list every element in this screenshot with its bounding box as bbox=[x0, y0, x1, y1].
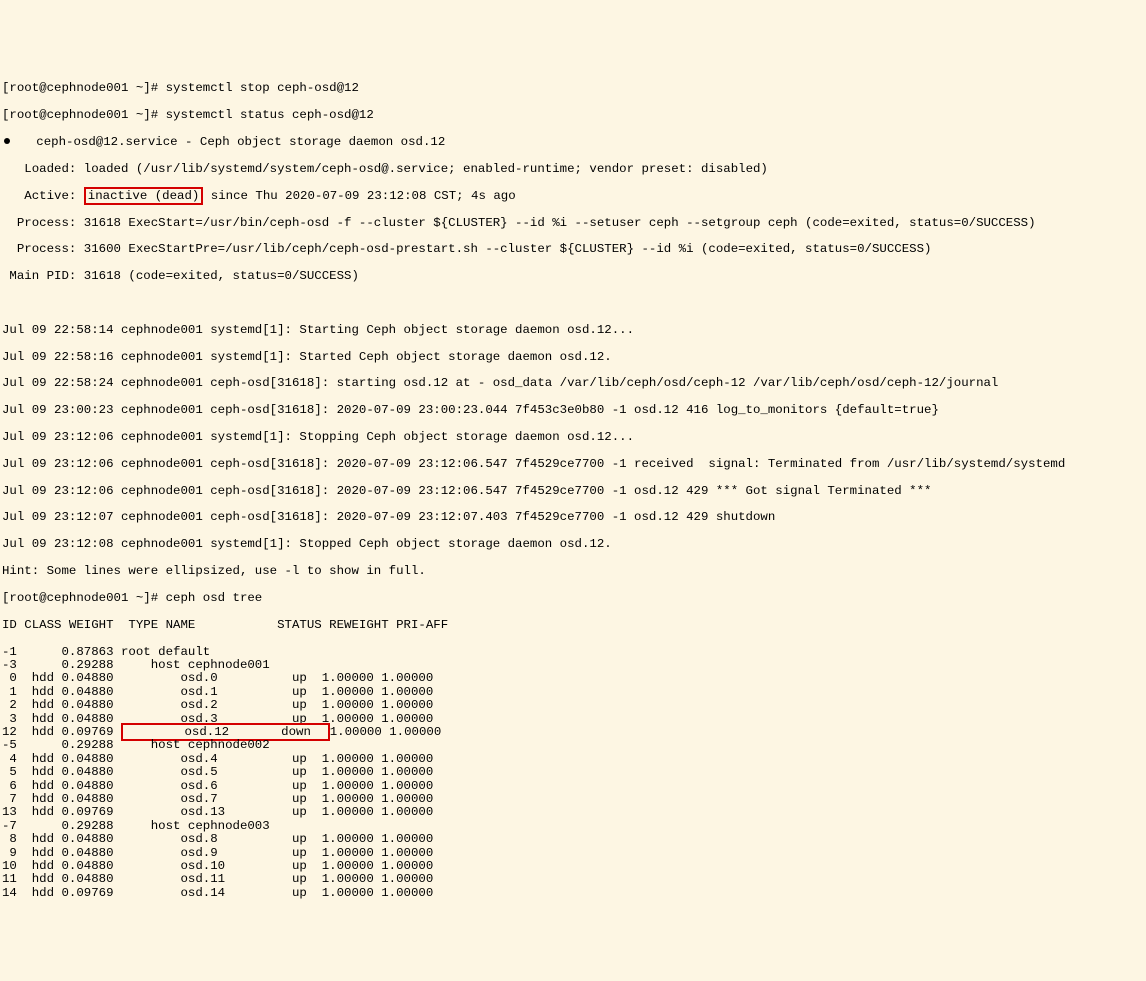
log-line: Jul 09 22:58:14 cephnode001 systemd[1]: … bbox=[2, 324, 1146, 337]
cmd-osd-tree: [root@cephnode001 ~]# ceph osd tree bbox=[2, 592, 1146, 605]
loaded-line: Loaded: loaded (/usr/lib/systemd/system/… bbox=[2, 163, 1146, 176]
osd-tree-row: -1 0.87863 root default bbox=[2, 646, 1146, 659]
service-header-text: ceph-osd@12.service - Ceph object storag… bbox=[14, 135, 445, 149]
active-status-highlight: inactive (dead) bbox=[84, 187, 204, 205]
cmd-stop: [root@cephnode001 ~]# systemctl stop cep… bbox=[2, 82, 1146, 95]
osd-tree-row: 4 hdd 0.04880 osd.4 up 1.00000 1.00000 bbox=[2, 753, 1146, 766]
active-label: Active: bbox=[2, 189, 84, 203]
osd-tree-row: 12 hdd 0.09769 osd.12 down 1.00000 1.000… bbox=[2, 726, 1146, 739]
active-tail: since Thu 2020-07-09 23:12:08 CST; 4s ag… bbox=[203, 189, 515, 203]
osd-tree-row: 2 hdd 0.04880 osd.2 up 1.00000 1.00000 bbox=[2, 699, 1146, 712]
bullet-icon bbox=[4, 138, 10, 144]
cmd-status: [root@cephnode001 ~]# systemctl status c… bbox=[2, 109, 1146, 122]
active-line: Active: inactive (dead) since Thu 2020-0… bbox=[2, 190, 1146, 203]
osd-tree-body: -1 0.87863 root default -3 0.29288 host … bbox=[2, 646, 1146, 901]
hint-line: Hint: Some lines were ellipsized, use -l… bbox=[2, 565, 1146, 578]
log-line: Jul 09 23:00:23 cephnode001 ceph-osd[316… bbox=[2, 404, 1146, 417]
osd-tree-row: -3 0.29288 host cephnode001 bbox=[2, 659, 1146, 672]
main-pid-line: Main PID: 31618 (code=exited, status=0/S… bbox=[2, 270, 1146, 283]
osd-tree-row: 0 hdd 0.04880 osd.0 up 1.00000 1.00000 bbox=[2, 672, 1146, 685]
osd-tree-row: 13 hdd 0.09769 osd.13 up 1.00000 1.00000 bbox=[2, 806, 1146, 819]
osd-tree-row: -5 0.29288 host cephnode002 bbox=[2, 739, 1146, 752]
osd-tree-row: 6 hdd 0.04880 osd.6 up 1.00000 1.00000 bbox=[2, 780, 1146, 793]
log-line: Jul 09 23:12:06 cephnode001 systemd[1]: … bbox=[2, 431, 1146, 444]
log-line: Jul 09 23:12:08 cephnode001 systemd[1]: … bbox=[2, 538, 1146, 551]
osd-tree-row: 1 hdd 0.04880 osd.1 up 1.00000 1.00000 bbox=[2, 686, 1146, 699]
loaded-label: Loaded: bbox=[2, 162, 84, 176]
log-line: Jul 09 22:58:24 cephnode001 ceph-osd[316… bbox=[2, 377, 1146, 390]
log-line: Jul 09 23:12:06 cephnode001 ceph-osd[316… bbox=[2, 485, 1146, 498]
osd-tree-row: 14 hdd 0.09769 osd.14 up 1.00000 1.00000 bbox=[2, 887, 1146, 900]
osd-tree-row: 10 hdd 0.04880 osd.10 up 1.00000 1.00000 bbox=[2, 860, 1146, 873]
osd-tree-row: -7 0.29288 host cephnode003 bbox=[2, 820, 1146, 833]
log-line: Jul 09 23:12:06 cephnode001 ceph-osd[316… bbox=[2, 458, 1146, 471]
osd-tree-row: 11 hdd 0.04880 osd.11 up 1.00000 1.00000 bbox=[2, 873, 1146, 886]
loaded-value: loaded (/usr/lib/systemd/system/ceph-osd… bbox=[84, 162, 768, 176]
service-header: ceph-osd@12.service - Ceph object storag… bbox=[2, 136, 1146, 149]
osd-down-highlight: osd.12 down bbox=[121, 723, 330, 741]
log-line: Jul 09 23:12:07 cephnode001 ceph-osd[316… bbox=[2, 511, 1146, 524]
process-line-2: Process: 31600 ExecStartPre=/usr/lib/cep… bbox=[2, 243, 1146, 256]
osd-tree-row: 8 hdd 0.04880 osd.8 up 1.00000 1.00000 bbox=[2, 833, 1146, 846]
blank-line bbox=[2, 297, 1146, 310]
osd-tree-row: 5 hdd 0.04880 osd.5 up 1.00000 1.00000 bbox=[2, 766, 1146, 779]
terminal-output: [root@cephnode001 ~]# systemctl stop cep… bbox=[0, 67, 1146, 914]
process-line-1: Process: 31618 ExecStart=/usr/bin/ceph-o… bbox=[2, 217, 1146, 230]
log-line: Jul 09 22:58:16 cephnode001 systemd[1]: … bbox=[2, 351, 1146, 364]
osd-tree-row: 7 hdd 0.04880 osd.7 up 1.00000 1.00000 bbox=[2, 793, 1146, 806]
osd-tree-header: ID CLASS WEIGHT TYPE NAME STATUS REWEIGH… bbox=[2, 619, 1146, 632]
osd-tree-row: 9 hdd 0.04880 osd.9 up 1.00000 1.00000 bbox=[2, 847, 1146, 860]
